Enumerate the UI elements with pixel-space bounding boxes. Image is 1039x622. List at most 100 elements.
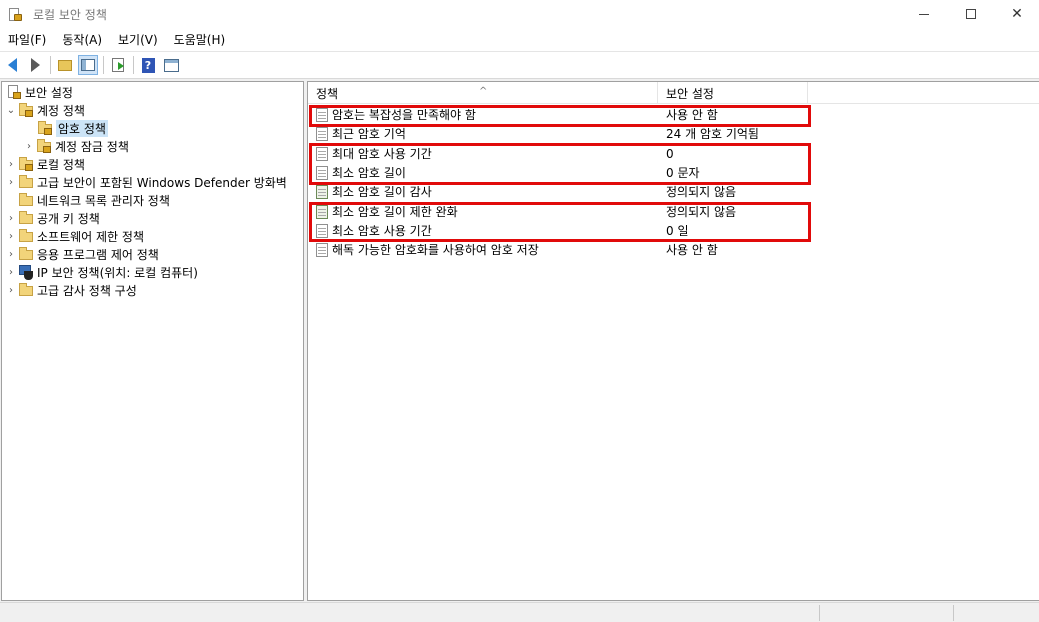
policy-row[interactable]: 암호는 복잡성을 만족해야 함 사용 안 함 [308, 106, 1039, 125]
chevron-right-icon[interactable]: › [6, 173, 16, 191]
column-security-setting[interactable]: 보안 설정 [658, 82, 808, 104]
window-title: 로컬 보안 정책 [33, 7, 107, 22]
tree-item-label: 로컬 정책 [37, 157, 85, 172]
back-button[interactable] [2, 55, 22, 75]
tree-item-label: 암호 정책 [56, 119, 108, 137]
tree-item-label: 보안 설정 [25, 85, 73, 100]
chevron-right-icon[interactable]: › [6, 281, 16, 299]
tree-item-label: 고급 감사 정책 구성 [37, 283, 137, 298]
policy-setting: 0 [666, 147, 674, 161]
folder-icon [18, 282, 34, 298]
tree-item-password-policy[interactable]: 암호 정책 [35, 119, 108, 137]
console-tree[interactable]: 보안 설정 ⌄ 계정 정책 암호 정책 › 계정 잠금 정책 › 로컬 정책 ›… [1, 81, 304, 601]
ip-security-icon [18, 264, 34, 280]
status-divider [819, 605, 820, 621]
policy-row[interactable]: 최대 암호 사용 기간 0 [308, 145, 1039, 164]
folder-icon [18, 246, 34, 262]
policy-icon [315, 224, 330, 239]
folder-lock-icon [18, 156, 34, 172]
menu-bar: 파일(F) 동작(A) 보기(V) 도움말(H) [0, 28, 1039, 52]
menu-view[interactable]: 보기(V) [110, 29, 166, 51]
local-security-policy-icon [9, 6, 23, 22]
policy-setting: 24 개 암호 기억됨 [666, 127, 759, 141]
tree-item-software-restriction[interactable]: › 소프트웨어 제한 정책 [6, 227, 144, 245]
tree-item-label: 계정 잠금 정책 [55, 139, 129, 154]
up-one-level-button[interactable] [55, 55, 75, 75]
show-hide-tree-button[interactable] [78, 55, 98, 75]
toolbar-separator [50, 56, 51, 74]
policy-setting: 사용 안 함 [666, 243, 718, 257]
folder-icon [18, 228, 34, 244]
help-button[interactable]: ? [138, 55, 158, 75]
chevron-right-icon[interactable]: › [24, 137, 34, 155]
security-settings-icon [6, 84, 22, 100]
chevron-right-icon[interactable]: › [6, 227, 16, 245]
column-policy[interactable]: 정책 ^ [308, 82, 658, 104]
policy-setting: 사용 안 함 [666, 108, 718, 122]
tree-item-defender-firewall[interactable]: › 고급 보안이 포함된 Windows Defender 방화벽 [6, 173, 287, 191]
policy-list[interactable]: 정책 ^ 보안 설정 암호는 복잡성을 만족해야 함 사용 안 함 최근 암호 … [307, 81, 1039, 601]
sort-ascending-icon: ^ [479, 86, 488, 97]
tree-item-local-policies[interactable]: › 로컬 정책 [6, 155, 85, 173]
column-header: 정책 ^ 보안 설정 [308, 82, 1039, 104]
policy-row[interactable]: 최소 암호 길이 제한 완화 정의되지 않음 [308, 203, 1039, 222]
policy-row[interactable]: 해독 가능한 암호화를 사용하여 암호 저장 사용 안 함 [308, 241, 1039, 260]
tree-item-network-list-manager[interactable]: 네트워크 목록 관리자 정책 [16, 191, 170, 209]
tree-item-label: 계정 정책 [37, 103, 85, 118]
help-icon: ? [141, 57, 155, 73]
policy-icon [315, 243, 330, 258]
menu-action[interactable]: 동작(A) [54, 29, 110, 51]
tree-item-account-lockout-policy[interactable]: › 계정 잠금 정책 [24, 137, 129, 155]
toolbar-separator [133, 56, 134, 74]
minimize-icon [919, 13, 929, 15]
properties-button[interactable] [161, 55, 181, 75]
folder-lock-icon [36, 138, 52, 154]
policy-row[interactable]: 최소 암호 길이 0 문자 [308, 164, 1039, 183]
show-hide-tree-icon [81, 59, 95, 71]
toolbar-separator [103, 56, 104, 74]
policy-row[interactable]: 최근 암호 기억 24 개 암호 기억됨 [308, 125, 1039, 144]
properties-icon [163, 58, 179, 72]
column-label: 정책 [316, 87, 339, 101]
menu-help[interactable]: 도움말(H) [166, 29, 234, 51]
forward-button[interactable] [25, 55, 45, 75]
column-label: 보안 설정 [666, 87, 714, 101]
chevron-down-icon[interactable]: ⌄ [6, 101, 16, 119]
policy-row[interactable]: 최소 암호 사용 기간 0 일 [308, 222, 1039, 241]
policy-name: 최소 암호 길이 [332, 166, 406, 180]
menu-file[interactable]: 파일(F) [0, 29, 54, 51]
title-bar: 로컬 보안 정책 ✕ [0, 0, 1039, 28]
close-icon: ✕ [1011, 6, 1023, 22]
tree-item-label: 소프트웨어 제한 정책 [37, 229, 144, 244]
policy-name: 최소 암호 길이 감사 [332, 185, 432, 199]
policy-icon [315, 166, 330, 181]
close-button[interactable]: ✕ [994, 0, 1039, 28]
forward-icon [30, 58, 40, 72]
tree-item-public-key-policies[interactable]: › 공개 키 정책 [6, 209, 100, 227]
policy-name: 최소 암호 길이 제한 완화 [332, 205, 458, 219]
policy-name: 암호는 복잡성을 만족해야 함 [332, 108, 476, 122]
maximize-button[interactable] [948, 0, 994, 28]
tree-item-advanced-audit[interactable]: › 고급 감사 정책 구성 [6, 281, 137, 299]
chevron-right-icon[interactable]: › [6, 263, 16, 281]
policy-icon [315, 108, 330, 123]
export-list-icon [112, 58, 124, 72]
tree-item-ip-security[interactable]: › IP 보안 정책(위치: 로컬 컴퓨터) [6, 263, 198, 281]
toolbar: ? [0, 52, 1039, 79]
folder-lock-icon [37, 120, 53, 136]
policy-name: 최대 암호 사용 기간 [332, 147, 432, 161]
tree-item-security-settings[interactable]: 보안 설정 [4, 83, 73, 101]
tree-item-label: 네트워크 목록 관리자 정책 [37, 193, 170, 208]
tree-item-account-policies[interactable]: ⌄ 계정 정책 [6, 101, 85, 119]
tree-item-label: 응용 프로그램 제어 정책 [37, 247, 159, 262]
minimize-button[interactable] [901, 0, 947, 28]
chevron-right-icon[interactable]: › [6, 209, 16, 227]
chevron-right-icon[interactable]: › [6, 155, 16, 173]
export-list-button[interactable] [108, 55, 128, 75]
chevron-right-icon[interactable]: › [6, 245, 16, 263]
status-bar [0, 602, 1039, 622]
tree-item-application-control[interactable]: › 응용 프로그램 제어 정책 [6, 245, 159, 263]
policy-row[interactable]: 최소 암호 길이 감사 정의되지 않음 [308, 183, 1039, 202]
policy-setting: 정의되지 않음 [666, 205, 737, 219]
policy-name: 최소 암호 사용 기간 [332, 224, 432, 238]
